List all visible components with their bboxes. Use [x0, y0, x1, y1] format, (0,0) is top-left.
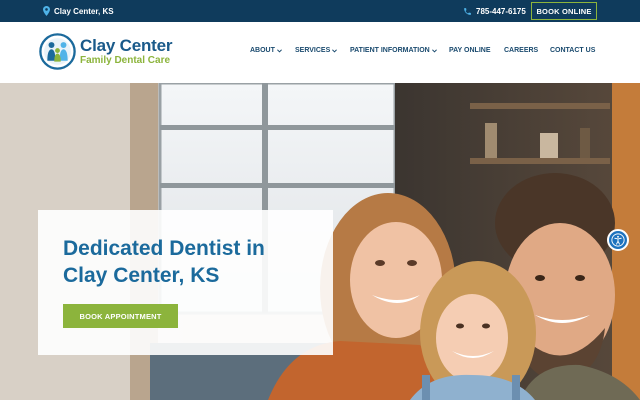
accessibility-button[interactable]	[607, 229, 629, 251]
nav-pay-online-label: PAY ONLINE	[449, 47, 491, 54]
nav-services-label: SERVICES	[295, 47, 331, 54]
chevron-down-icon	[276, 48, 282, 52]
map-pin-icon	[43, 6, 50, 16]
phone-link[interactable]: 785-447-6175	[463, 0, 526, 22]
chevron-down-icon	[431, 48, 437, 52]
phone-icon	[464, 7, 471, 15]
logo-subtitle: Family Dental Care	[80, 54, 171, 66]
book-appointment-button[interactable]: BOOK APPOINTMENT	[63, 304, 178, 328]
hero-title: Dedicated Dentist in Clay Center, KS	[63, 237, 265, 287]
location-link[interactable]: Clay Center, KS	[43, 0, 114, 22]
nav-patient-information-label: PATIENT INFORMATION	[350, 47, 430, 54]
phone-number: 785-447-6175	[476, 6, 526, 16]
nav-about[interactable]: ABOUT	[250, 47, 282, 54]
chevron-down-icon	[332, 48, 338, 52]
nav-patient-information[interactable]: PATIENT INFORMATION	[350, 47, 437, 54]
hero-card: Dedicated Dentist in Clay Center, KS BOO…	[38, 210, 333, 355]
location-text: Clay Center, KS	[54, 6, 114, 16]
nav-careers-label: CAREERS	[504, 47, 539, 54]
top-bar: Clay Center, KS 785-447-6175 BOOK ONLINE	[0, 0, 640, 22]
family-logo-icon	[39, 33, 76, 70]
nav-pay-online[interactable]: PAY ONLINE	[449, 47, 491, 54]
nav-contact-us[interactable]: CONTACT US	[550, 47, 595, 54]
accessibility-icon	[611, 233, 625, 247]
hero-section: Dedicated Dentist in Clay Center, KS BOO…	[0, 83, 640, 400]
logo-title: Clay Center	[80, 35, 173, 55]
nav-services[interactable]: SERVICES	[295, 47, 338, 54]
site-header: Clay Center Family Dental Care ABOUT SER…	[0, 22, 640, 83]
nav-about-label: ABOUT	[250, 47, 275, 54]
logo[interactable]: Clay Center Family Dental Care	[39, 33, 172, 70]
nav-careers[interactable]: CAREERS	[504, 47, 538, 54]
nav-contact-us-label: CONTACT US	[550, 47, 596, 54]
book-online-button[interactable]: BOOK ONLINE	[531, 2, 597, 20]
